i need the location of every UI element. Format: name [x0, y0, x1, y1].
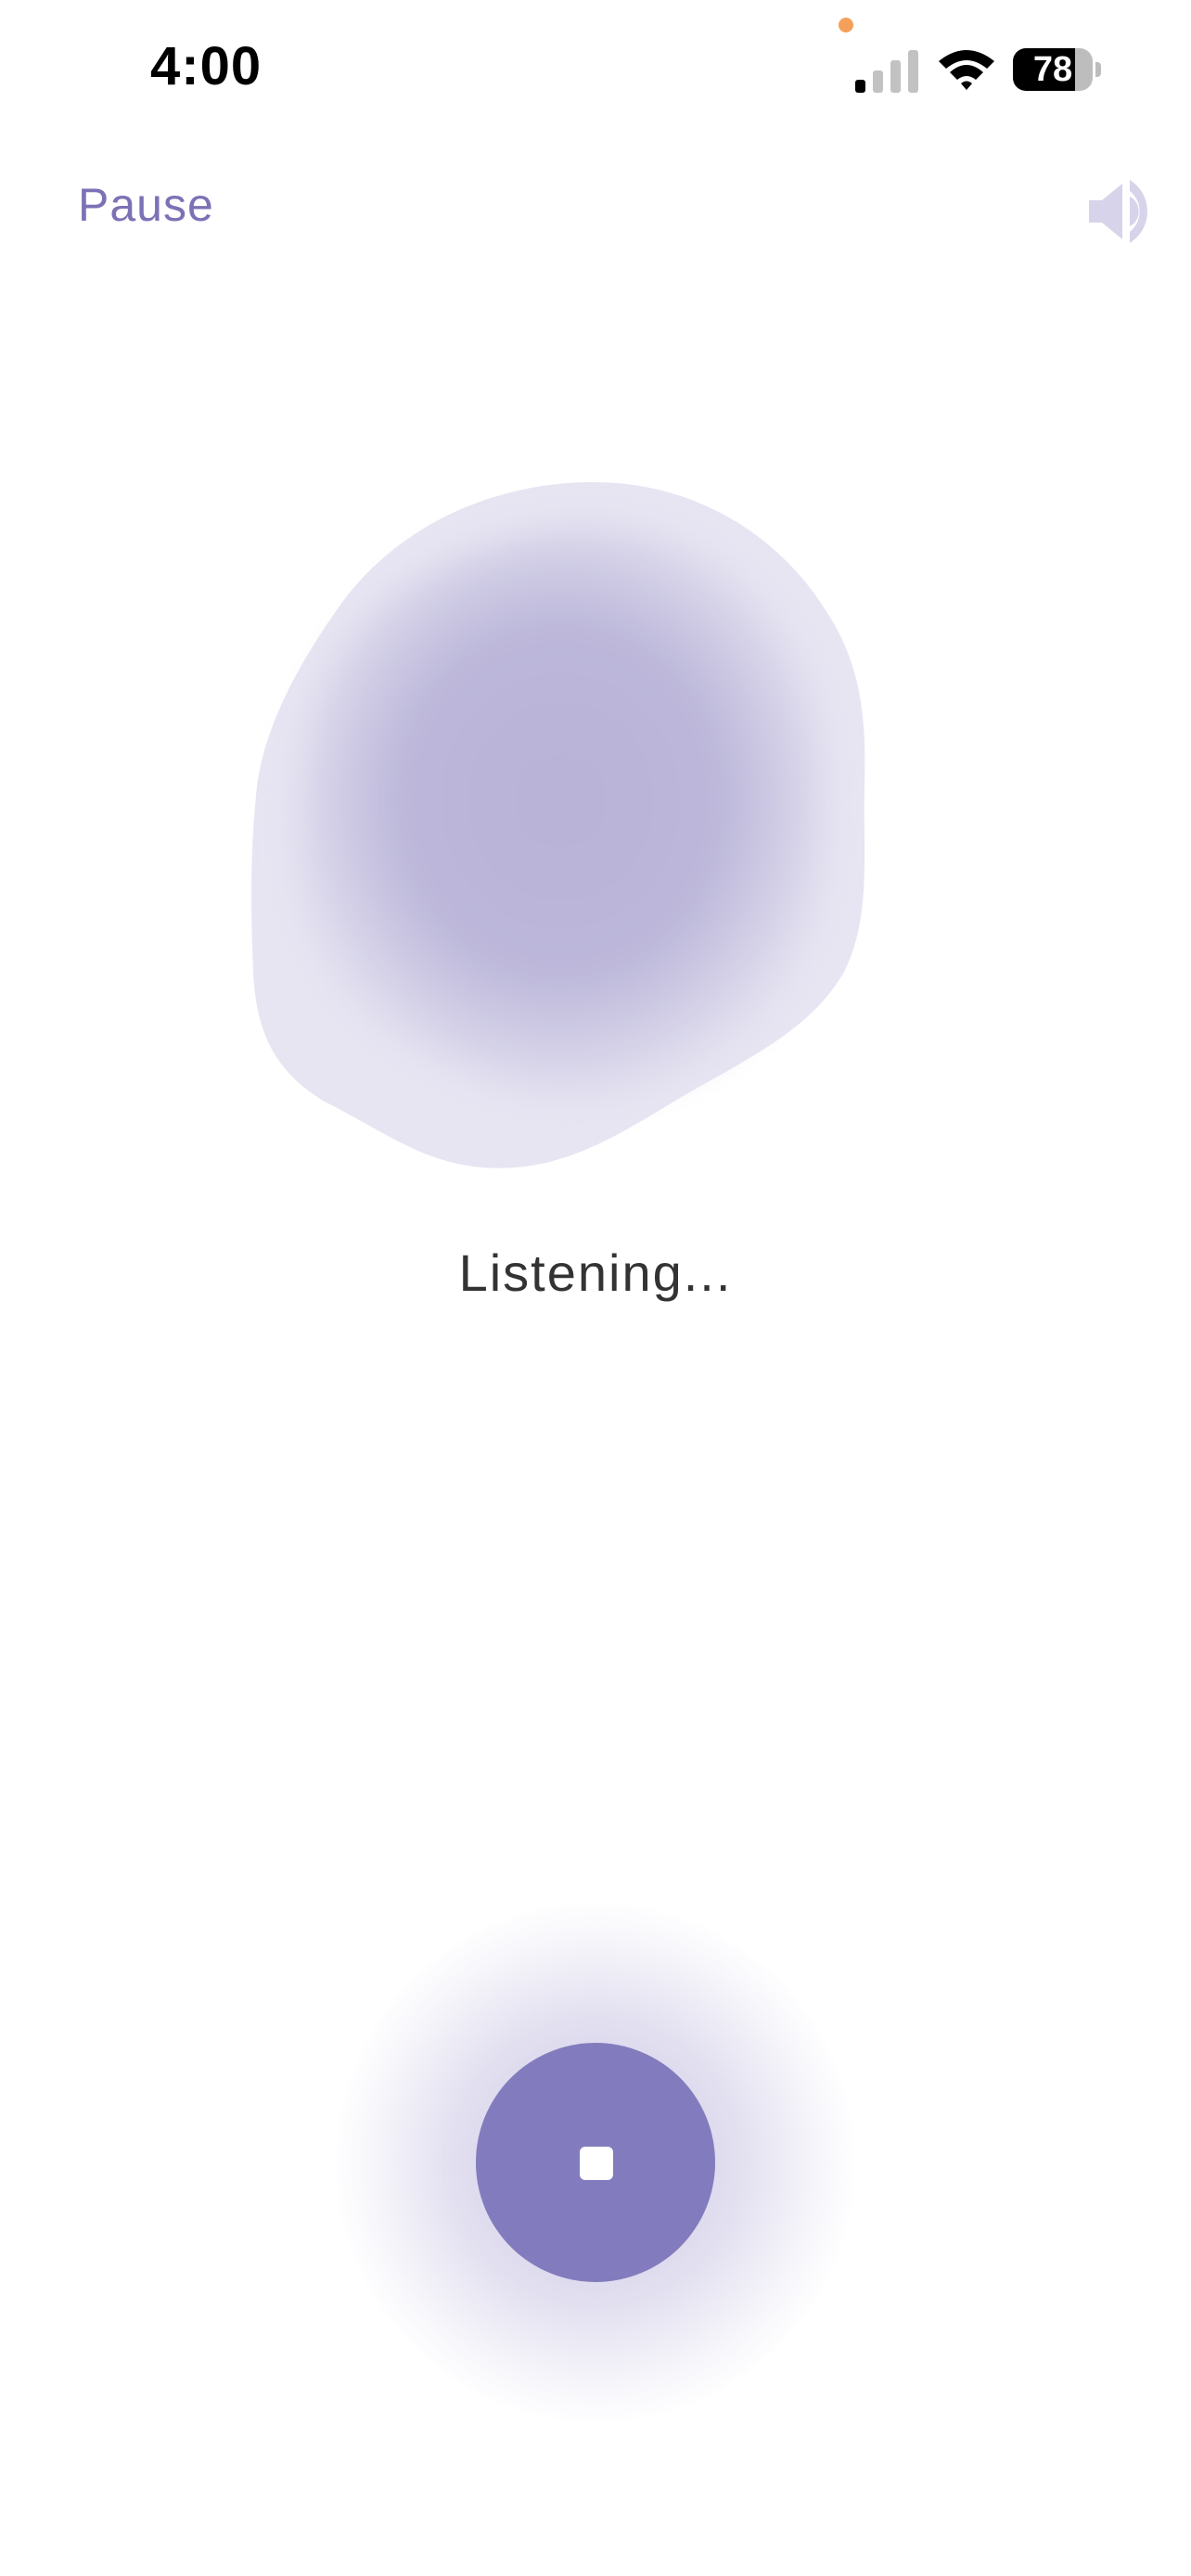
privacy-indicator-dot: [839, 18, 853, 32]
cellular-signal-icon: [855, 50, 918, 93]
pause-button[interactable]: Pause: [78, 178, 214, 232]
blob-core: [297, 526, 825, 1099]
wifi-icon: [939, 50, 994, 90]
listening-status-text: Listening...: [458, 1243, 733, 1302]
signal-bar-3: [890, 60, 901, 93]
speaker-icon[interactable]: [1087, 176, 1161, 247]
signal-bar-1: [855, 80, 865, 93]
stop-icon: [580, 2147, 613, 2180]
battery-level: 78: [1032, 50, 1073, 89]
battery-cap: [1095, 62, 1101, 77]
battery-body: 78: [1013, 48, 1093, 91]
signal-bar-2: [873, 70, 883, 93]
stop-button[interactable]: [476, 2043, 715, 2282]
status-bar: 4:00 78: [0, 0, 1191, 139]
voice-activity-blob: [251, 482, 865, 1168]
battery-icon: 78: [1013, 48, 1102, 91]
status-time: 4:00: [150, 36, 263, 96]
signal-bar-4: [908, 50, 918, 93]
